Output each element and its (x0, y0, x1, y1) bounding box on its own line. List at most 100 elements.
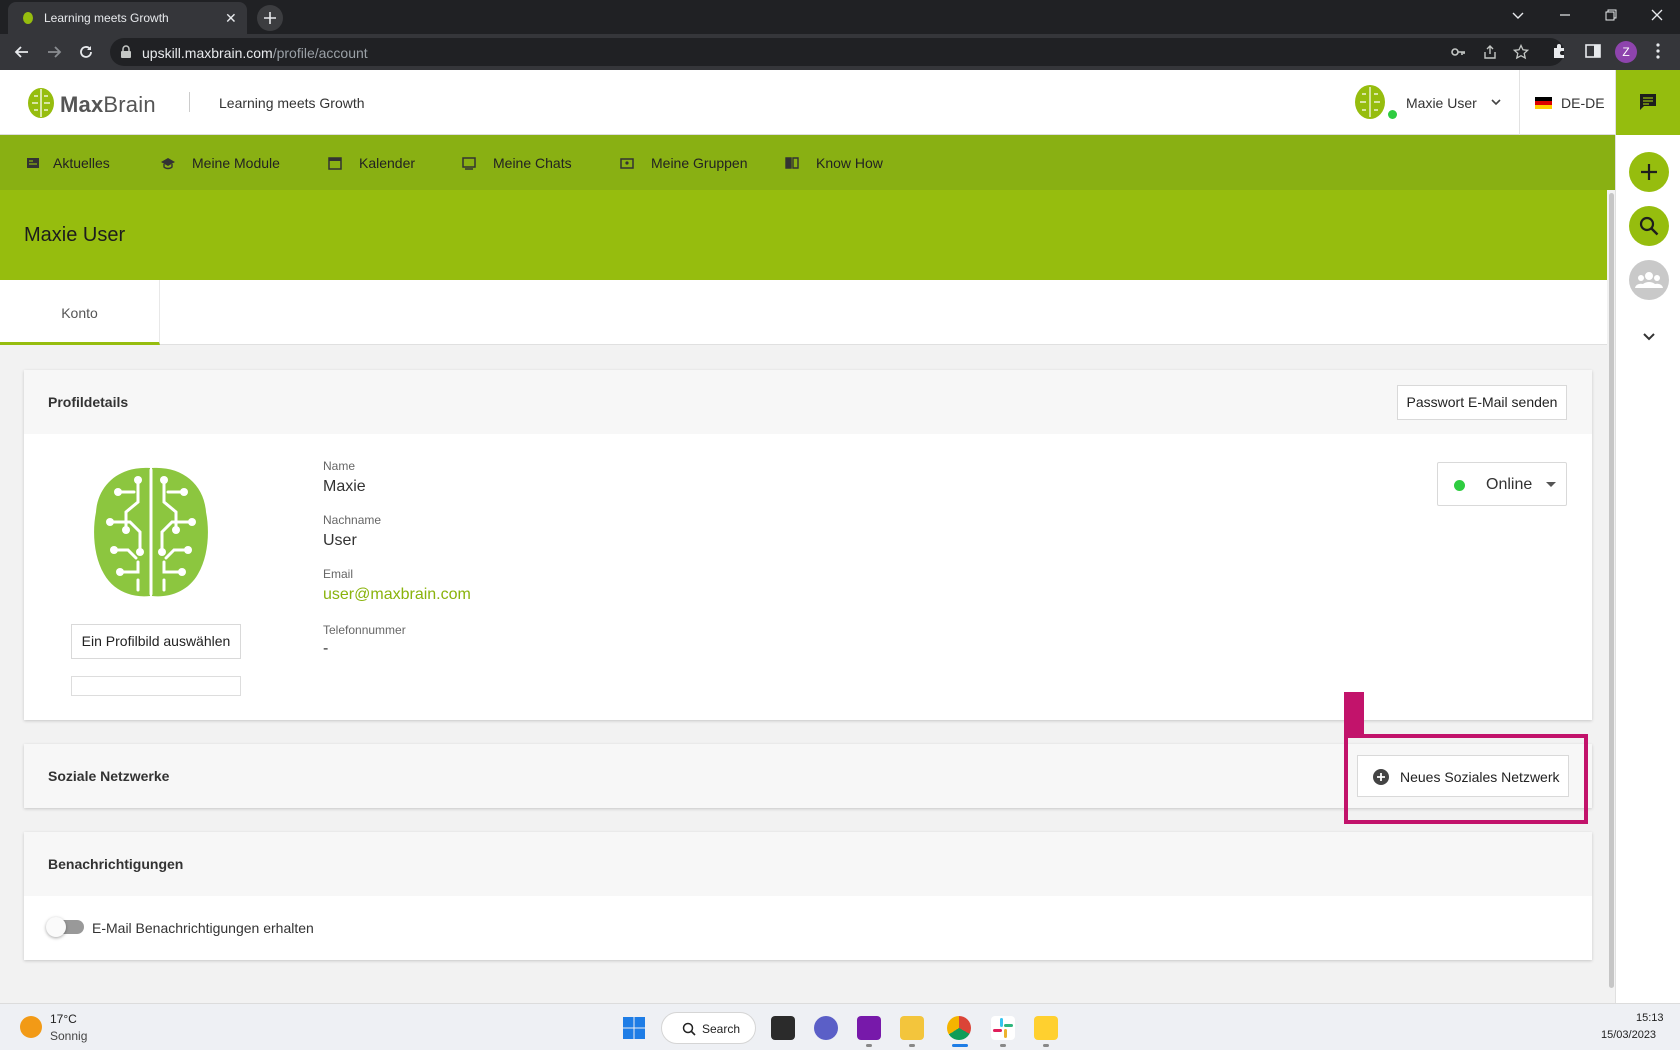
slack-logo (993, 1018, 1013, 1038)
reload-icon[interactable] (76, 42, 96, 62)
chat-panel-button[interactable] (1616, 70, 1680, 135)
profile-picture-file-field[interactable] (71, 676, 241, 696)
onenote-icon[interactable] (857, 1016, 881, 1040)
calendar-icon (328, 156, 342, 170)
logo-wordmark[interactable]: MaxBrain (60, 92, 156, 118)
kebab-menu-icon[interactable] (1651, 42, 1665, 60)
send-password-email-button[interactable]: Passwort E-Mail senden (1397, 385, 1567, 420)
restore-icon[interactable] (1603, 7, 1619, 23)
card-title: Soziale Netzwerke (48, 768, 170, 784)
window-close-icon[interactable] (1649, 7, 1665, 23)
url-host: upskill.maxbrain.com (142, 45, 273, 61)
nav-item-meine-chats[interactable]: Meine Chats (461, 135, 572, 190)
profile-details-card: Profildetails Passwort E-Mail senden Ein… (24, 370, 1592, 720)
card-title: Benachrichtigungen (48, 856, 184, 872)
scrollbar-thumb[interactable] (1609, 193, 1614, 988)
browser-tab-title: Learning meets Growth (44, 11, 169, 25)
online-status-select[interactable]: Online (1437, 462, 1567, 506)
nav-item-label: Meine Module (192, 154, 280, 171)
weather-temperature[interactable]: 17°C (50, 1012, 77, 1026)
phone-value: - (323, 640, 329, 657)
clock-date[interactable]: 15/03/2023 (1601, 1029, 1656, 1041)
taskbar-search-label: Search (702, 1022, 741, 1036)
header-divider-right (1519, 70, 1520, 135)
german-flag-icon[interactable] (1535, 97, 1552, 109)
nav-item-know-how[interactable]: Know How (784, 135, 883, 190)
bookmark-star-icon[interactable] (1513, 44, 1529, 60)
online-status-dot (1454, 480, 1465, 491)
browser-profile-avatar[interactable]: Z (1615, 41, 1637, 63)
right-rail (1615, 70, 1680, 1003)
language-selector[interactable]: DE-DE (1561, 95, 1605, 111)
toggle-knob (46, 917, 66, 937)
url-text[interactable]: upskill.maxbrain.com/profile/account (142, 45, 368, 61)
new-tab-button[interactable] (257, 5, 283, 31)
card-header: Profildetails Passwort E-Mail senden (24, 370, 1592, 434)
app-running-indicator (1000, 1044, 1006, 1047)
chevron-down-icon[interactable] (1641, 328, 1657, 344)
add-button[interactable] (1629, 152, 1669, 192)
header-tagline: Learning meets Growth (219, 95, 365, 111)
logo-wordmark-bold: Max (60, 92, 104, 117)
teams-chat-icon[interactable] (814, 1016, 838, 1040)
minimize-icon[interactable] (1557, 7, 1573, 23)
nav-item-kalender[interactable]: Kalender (327, 135, 415, 190)
tab-search-chevron-icon[interactable] (1510, 7, 1526, 23)
user-avatar[interactable] (1352, 84, 1388, 120)
maxbrain-logo-icon[interactable] (26, 86, 56, 120)
browser-tabbar: Learning meets Growth ✕ (0, 0, 1680, 34)
miro-icon[interactable] (1034, 1016, 1058, 1040)
file-explorer-icon[interactable] (900, 1016, 924, 1040)
browser-tab[interactable]: Learning meets Growth ✕ (8, 2, 247, 34)
share-icon[interactable] (1482, 44, 1498, 60)
forward-arrow-icon[interactable] (44, 42, 64, 62)
search-button[interactable] (1629, 206, 1669, 246)
logo-wordmark-light: Brain (103, 92, 156, 117)
back-arrow-icon[interactable] (12, 42, 32, 62)
windows-start-icon[interactable] (622, 1016, 646, 1040)
weather-description[interactable]: Sonnig (50, 1029, 87, 1043)
profile-tabs: Konto (0, 280, 1615, 345)
plus-icon (1641, 164, 1657, 180)
side-panel-icon[interactable] (1584, 42, 1602, 60)
key-icon[interactable] (1450, 44, 1466, 60)
app-running-indicator (1043, 1044, 1049, 1047)
email-notifications-label: E-Mail Benachrichtigungen erhalten (92, 920, 314, 936)
email-notifications-toggle[interactable] (46, 917, 84, 937)
chevron-down-icon[interactable] (1490, 96, 1502, 108)
plus-icon (264, 12, 276, 24)
tab-close-icon[interactable]: ✕ (225, 10, 237, 26)
people-icon (1635, 272, 1663, 288)
nav-item-label: Meine Gruppen (651, 154, 748, 171)
nav-item-label: Aktuelles (53, 154, 110, 171)
caret-down-icon (1546, 482, 1556, 487)
chrome-icon[interactable] (947, 1016, 971, 1040)
app-running-indicator (909, 1044, 915, 1047)
browser-address-bar: upskill.maxbrain.com/profile/account Z (0, 34, 1680, 70)
search-icon (1639, 216, 1659, 236)
profile-picture (94, 467, 208, 597)
tab-konto[interactable]: Konto (0, 280, 160, 345)
slack-icon[interactable] (991, 1016, 1015, 1040)
app-active-indicator (952, 1044, 968, 1047)
tab-konto-label: Konto (61, 305, 98, 321)
nav-item-meine-gruppen[interactable]: Meine Gruppen (619, 135, 748, 190)
lock-icon[interactable] (120, 45, 132, 59)
app-running-indicator (866, 1044, 872, 1047)
task-view-icon[interactable] (771, 1016, 795, 1040)
taskbar-search[interactable]: Search (661, 1012, 756, 1044)
extensions-puzzle-icon[interactable] (1551, 42, 1569, 60)
nav-item-meine-module[interactable]: Meine Module (160, 135, 280, 190)
email-link[interactable]: user@maxbrain.com (323, 586, 471, 604)
page-title: Maxie User (24, 224, 126, 246)
clock-time[interactable]: 15:13 (1636, 1012, 1664, 1024)
omnibox[interactable]: upskill.maxbrain.com/profile/account (110, 38, 1564, 66)
user-menu-name[interactable]: Maxie User (1406, 95, 1477, 111)
header-divider (189, 92, 190, 112)
sun-icon[interactable] (20, 1016, 42, 1038)
nav-item-aktuelles[interactable]: Aktuelles (25, 135, 110, 190)
newspaper-icon (27, 157, 39, 168)
choose-profile-picture-button[interactable]: Ein Profilbild auswählen (71, 624, 241, 659)
people-button[interactable] (1629, 260, 1669, 300)
highlight-box (1344, 734, 1588, 824)
